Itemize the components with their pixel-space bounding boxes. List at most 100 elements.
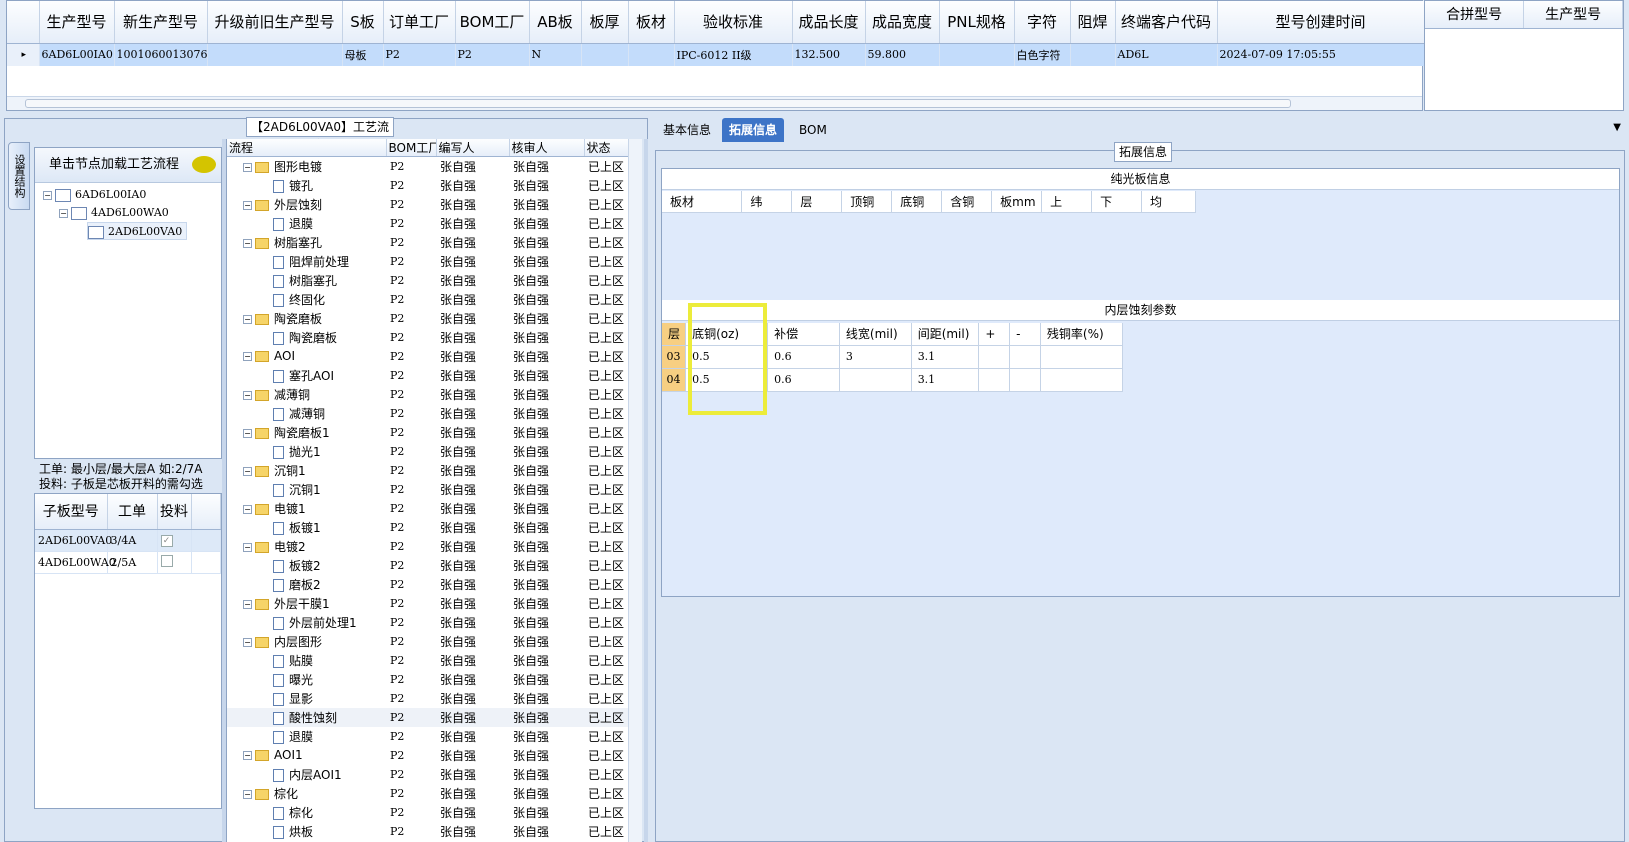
flow-bom-cell[interactable]: P2: [386, 157, 436, 176]
table-row[interactable]: − 内层图形 P2 张自强 张自强 已上区: [227, 632, 629, 651]
structure-tree[interactable]: 单击节点加载工艺流程 −6AD6L00IA0 −4AD6L00WA0 2AD6L…: [34, 147, 222, 459]
flow-bom-cell[interactable]: P2: [386, 727, 436, 746]
flow-status-cell[interactable]: 已上区: [584, 461, 629, 480]
flow-bom-cell[interactable]: P2: [386, 480, 436, 499]
flow-status-cell[interactable]: 已上区: [584, 594, 629, 613]
collapse-icon[interactable]: −: [243, 789, 252, 799]
order-cell[interactable]: P2: [455, 43, 530, 66]
table-row[interactable]: − 棕化 P2 张自强 张自强 已上区: [227, 784, 629, 803]
flow-writer-cell[interactable]: 张自强: [436, 233, 509, 252]
light-board-grid[interactable]: 板材纬层顶铜 底铜 含铜 板mm 上下均: [662, 191, 1196, 213]
collapse-icon[interactable]: −: [243, 504, 252, 514]
tree-node-selected[interactable]: 2AD6L00VA0: [87, 222, 188, 240]
flow-bom-cell[interactable]: P2: [386, 328, 436, 347]
flow-status-cell[interactable]: 已上区: [584, 290, 629, 309]
flow-status-cell[interactable]: 已上区: [584, 746, 629, 765]
order-cell[interactable]: 10010600130761: [114, 43, 208, 66]
collapse-icon[interactable]: −: [243, 428, 252, 438]
collapse-icon[interactable]: −: [243, 599, 252, 609]
flow-name-cell[interactable]: 外层前处理1: [227, 613, 386, 632]
table-row[interactable]: − 图形电镀 P2 张自强 张自强 已上区: [227, 157, 629, 176]
column-header[interactable]: 终端客户代码: [1115, 1, 1218, 44]
collapse-icon[interactable]: −: [59, 208, 68, 218]
flow-writer-cell[interactable]: 张自强: [436, 727, 509, 746]
feed-checkbox[interactable]: ✓: [160, 535, 173, 547]
flow-status-cell[interactable]: 已上区: [584, 480, 629, 499]
row-indicator-icon[interactable]: ▸: [7, 43, 40, 66]
table-row[interactable]: − AOI1 P2 张自强 张自强 已上区: [227, 746, 629, 765]
etch-cell[interactable]: [839, 368, 912, 392]
order-cell[interactable]: 白色字符: [1014, 43, 1071, 66]
flow-bom-cell[interactable]: P2: [386, 442, 436, 461]
column-header[interactable]: 生产型号: [1523, 1, 1623, 29]
flow-writer-cell[interactable]: 张自强: [436, 271, 509, 290]
flow-bom-cell[interactable]: P2: [386, 632, 436, 651]
flow-bom-cell[interactable]: P2: [386, 708, 436, 727]
flow-reviewer-cell[interactable]: 张自强: [509, 803, 584, 822]
flow-name-cell[interactable]: 抛光1: [227, 442, 386, 461]
flow-writer-cell[interactable]: 张自强: [436, 404, 509, 423]
column-header[interactable]: 生产型号: [39, 1, 115, 44]
flow-bom-cell[interactable]: P2: [386, 290, 436, 309]
etch-cell[interactable]: 3: [839, 345, 912, 369]
flow-reviewer-cell[interactable]: 张自强: [509, 670, 584, 689]
column-header[interactable]: +: [978, 323, 1011, 346]
column-header[interactable]: 残铜率(%): [1040, 323, 1124, 346]
flow-name-cell[interactable]: 阻焊前处理: [227, 252, 386, 271]
sub-board-grid[interactable]: 子板型号 工单 投料 2AD6L00VA0 3/4A ✓ 4AD6L00WA0 …: [34, 493, 222, 809]
table-row[interactable]: 塞孔AOI P2 张自强 张自强 已上区: [227, 366, 629, 385]
order-cell[interactable]: [207, 43, 343, 66]
flow-reviewer-cell[interactable]: 张自强: [509, 328, 584, 347]
flow-writer-cell[interactable]: 张自强: [436, 195, 509, 214]
flow-writer-cell[interactable]: 张自强: [436, 442, 509, 461]
panel-splitter[interactable]: [644, 139, 648, 842]
flow-reviewer-cell[interactable]: 张自强: [509, 556, 584, 575]
column-header[interactable]: 编写人: [436, 139, 510, 157]
table-row[interactable]: 退膜 P2 张自强 张自强 已上区: [227, 214, 629, 233]
flow-bom-cell[interactable]: P2: [386, 822, 436, 841]
etch-cell[interactable]: 3.1: [911, 368, 980, 392]
flow-reviewer-cell[interactable]: 张自强: [509, 271, 584, 290]
flow-name-cell[interactable]: − AOI1: [227, 746, 386, 765]
flow-status-cell[interactable]: 已上区: [584, 309, 629, 328]
column-header[interactable]: 板材: [662, 191, 743, 213]
order-cell[interactable]: AD6L: [1115, 43, 1218, 66]
order-cell[interactable]: [581, 43, 629, 66]
flow-writer-cell[interactable]: 张自强: [436, 499, 509, 518]
table-row[interactable]: − 树脂塞孔 P2 张自强 张自强 已上区: [227, 233, 629, 252]
order-cell[interactable]: N: [529, 43, 582, 66]
flow-reviewer-cell[interactable]: 张自强: [509, 442, 584, 461]
tree-node[interactable]: −4AD6L00WA0: [59, 204, 169, 222]
collapse-icon[interactable]: −: [243, 352, 252, 361]
flow-status-cell[interactable]: 已上区: [584, 556, 629, 575]
flow-bom-cell[interactable]: P2: [386, 233, 436, 252]
flow-writer-cell[interactable]: 张自强: [436, 803, 509, 822]
order-cell[interactable]: [939, 43, 1015, 66]
flow-writer-cell[interactable]: 张自强: [436, 385, 509, 404]
collapse-icon[interactable]: −: [43, 190, 52, 200]
flow-bom-cell[interactable]: P2: [386, 499, 436, 518]
column-header[interactable]: PNL规格: [939, 1, 1015, 44]
flow-reviewer-cell[interactable]: 张自强: [509, 366, 584, 385]
flow-writer-cell[interactable]: 张自强: [436, 461, 509, 480]
flow-bom-cell[interactable]: P2: [386, 556, 436, 575]
flow-bom-cell[interactable]: P2: [386, 803, 436, 822]
table-row[interactable]: − 外层干膜1 P2 张自强 张自强 已上区: [227, 594, 629, 613]
table-row[interactable]: − 陶瓷磨板1 P2 张自强 张自强 已上区: [227, 423, 629, 442]
table-row[interactable]: 4AD6L00WA0 2/5A: [35, 551, 221, 574]
table-row[interactable]: − 电镀2 P2 张自强 张自强 已上区: [227, 537, 629, 556]
flow-writer-cell[interactable]: 张自强: [436, 708, 509, 727]
flow-name-cell[interactable]: 塞孔AOI: [227, 366, 386, 385]
column-header[interactable]: 纬: [741, 191, 793, 213]
flow-writer-cell[interactable]: 张自强: [436, 328, 509, 347]
order-cell[interactable]: 6AD6L00IA0: [39, 43, 115, 66]
flow-name-cell[interactable]: − 树脂塞孔: [227, 233, 386, 252]
etch-cell[interactable]: [1009, 345, 1041, 369]
flow-reviewer-cell[interactable]: 张自强: [509, 309, 584, 328]
flow-status-cell[interactable]: 已上区: [584, 423, 629, 442]
table-row[interactable]: 棕化 P2 张自强 张自强 已上区: [227, 803, 629, 822]
column-header[interactable]: 新生产型号: [114, 1, 208, 44]
flow-writer-cell[interactable]: 张自强: [436, 556, 509, 575]
order-cell[interactable]: [628, 43, 675, 66]
flow-reviewer-cell[interactable]: 张自强: [509, 347, 584, 366]
